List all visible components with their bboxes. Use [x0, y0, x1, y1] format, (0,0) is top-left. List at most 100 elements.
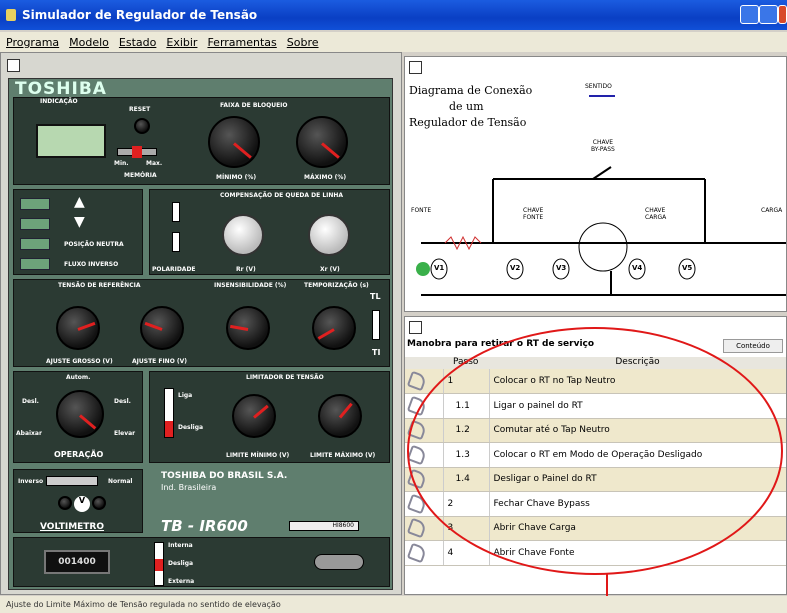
- min-bloqueio-knob[interactable]: [208, 116, 260, 168]
- step-number: 1: [443, 369, 490, 394]
- wrench-icon[interactable]: [406, 542, 428, 564]
- reset-button[interactable]: [134, 118, 150, 134]
- steps-table: 1 Colocar o RT no Tap Neutro 1.1 Ligar o p…: [405, 369, 786, 566]
- tl-label: TL: [370, 292, 381, 301]
- diagram-checkbox[interactable]: [409, 61, 422, 74]
- table-row[interactable]: 2 Fechar Chave Bypass: [405, 491, 786, 517]
- indication-display: [36, 124, 106, 158]
- neutral-indicator: [20, 238, 50, 250]
- maximo-label: MÁXIMO (%): [304, 174, 347, 181]
- min-label: Min.: [114, 160, 129, 167]
- table-row[interactable]: 4 Abrir Chave Fonte: [405, 540, 786, 566]
- max-label: Max.: [146, 160, 163, 167]
- comp-switch-2[interactable]: [172, 232, 180, 252]
- desliga-label: Desliga: [178, 424, 204, 431]
- menu-programa[interactable]: Programa: [6, 36, 59, 49]
- step-number: 2: [443, 491, 490, 517]
- source-switch[interactable]: [154, 542, 164, 586]
- app-icon: [6, 9, 16, 21]
- company-subtitle: Ind. Brasileira: [161, 483, 217, 492]
- compensation-block: COMPENSAÇÃO DE QUEDA DE LINHA POLARIDADE…: [149, 189, 390, 275]
- polaridade-label: POLARIDADE: [152, 266, 196, 273]
- volt-terminal-left: [58, 496, 72, 510]
- minimize-button[interactable]: [740, 5, 759, 24]
- limit-min-knob[interactable]: [232, 394, 276, 438]
- bypass-label: CHAVE BY-PASS: [591, 139, 615, 153]
- fine-adjust-knob[interactable]: [140, 306, 184, 350]
- table-row[interactable]: 1.1 Ligar o painel do RT: [405, 393, 786, 419]
- content-button[interactable]: Conteúdo: [723, 339, 783, 353]
- procedure-checkbox[interactable]: [409, 321, 422, 334]
- diagram-title-line2: de um: [449, 100, 484, 113]
- wrench-icon[interactable]: [406, 517, 428, 539]
- voltmeter-selector[interactable]: [46, 476, 98, 486]
- wrench-icon[interactable]: [406, 419, 428, 441]
- coarse-adjust-knob[interactable]: [56, 306, 100, 350]
- close-button[interactable]: [778, 5, 787, 24]
- table-row[interactable]: 3 Abrir Chave Carga: [405, 516, 786, 541]
- menu-bar: Programa Modelo Estado Exibir Ferramenta…: [0, 32, 787, 52]
- wrench-icon[interactable]: [406, 468, 428, 490]
- pane-checkbox[interactable]: [7, 59, 20, 72]
- limmin-label: LIMITE MÍNIMO (V): [226, 452, 290, 459]
- bypass-label-line1: CHAVE: [592, 139, 614, 146]
- table-row[interactable]: 1 Colocar o RT no Tap Neutro: [405, 369, 786, 394]
- desl-left-label: Desl.: [22, 398, 39, 405]
- insensitivity-knob[interactable]: [226, 306, 270, 350]
- voltmeter-icon: V: [74, 496, 90, 512]
- volt-terminal-right: [92, 496, 106, 510]
- r-comp-knob[interactable]: [222, 214, 264, 256]
- maximize-button[interactable]: [759, 5, 778, 24]
- desliga-sw-label: Desliga: [168, 560, 194, 567]
- menu-exibir[interactable]: Exibir: [166, 36, 197, 49]
- v2-label: V2: [510, 264, 521, 272]
- timer-knob[interactable]: [312, 306, 356, 350]
- max-bloqueio-knob[interactable]: [296, 116, 348, 168]
- table-header: Passo Descrição: [405, 357, 786, 369]
- abaixar-label: Abaixar: [16, 430, 42, 437]
- limit-max-knob[interactable]: [318, 394, 362, 438]
- wrench-icon[interactable]: [406, 493, 428, 515]
- menu-modelo[interactable]: Modelo: [69, 36, 109, 49]
- table-row[interactable]: 1.2 Comutar até o Tap Neutro: [405, 418, 786, 443]
- tensao-label: TENSÃO DE REFERÊNCIA: [58, 282, 141, 289]
- procedure-title: Manobra para retirar o RT de serviço: [407, 339, 595, 349]
- reverse-indicator: [20, 258, 50, 270]
- minimo-label: MÍNIMO (%): [216, 174, 257, 181]
- operation-block: Autom. Desl. Desl. Abaixar Elevar OPERAÇ…: [13, 371, 143, 463]
- menu-sobre[interactable]: Sobre: [287, 36, 319, 49]
- memory-slider[interactable]: [117, 146, 157, 158]
- arrow-down-icon[interactable]: ▼: [74, 214, 85, 230]
- step-number: 3: [443, 516, 490, 541]
- limiter-block: LIMITADOR DE TENSÃO Liga Desliga LIMITE …: [149, 371, 390, 463]
- window-title: Simulador de Regulador de Tensão: [22, 8, 258, 22]
- wrench-icon[interactable]: [406, 395, 428, 417]
- table-row[interactable]: 1.3 Colocar o RT em Modo de Operação Desl…: [405, 442, 786, 468]
- step-number: 1.4: [443, 467, 490, 492]
- limiter-switch[interactable]: [164, 388, 174, 438]
- indicacao-label: INDICAÇÃO: [40, 98, 78, 105]
- table-row[interactable]: 1.4 Desligar o Painel do RT: [405, 467, 786, 492]
- step-description: Fechar Chave Bypass: [489, 491, 786, 517]
- diagram-title-line3: Regulador de Tensão: [409, 116, 527, 129]
- wrench-icon[interactable]: [406, 370, 428, 392]
- limitador-label: LIMITADOR DE TENSÃO: [246, 374, 324, 381]
- col-passo: Passo: [453, 357, 479, 367]
- wrench-icon[interactable]: [406, 444, 428, 466]
- externa-label: Externa: [168, 578, 195, 585]
- tl-ti-switch[interactable]: [372, 310, 380, 340]
- diagram-title: Diagrama de Conexão de um Regulador de T…: [409, 83, 532, 131]
- comp-switch-1[interactable]: [172, 202, 180, 222]
- operation-knob[interactable]: [56, 390, 104, 438]
- menu-ferramentas[interactable]: Ferramentas: [207, 36, 276, 49]
- step-number: 1.3: [443, 442, 490, 468]
- raise-indicator: [20, 198, 50, 210]
- faixa-label: FAIXA DE BLOQUEIO: [220, 102, 288, 109]
- menu-estado[interactable]: Estado: [119, 36, 156, 49]
- x-comp-knob[interactable]: [308, 214, 350, 256]
- arrow-up-icon[interactable]: ▲: [74, 194, 85, 210]
- step-description: Abrir Chave Fonte: [489, 540, 786, 566]
- counter-display: 001400: [44, 550, 110, 574]
- temp-label: TEMPORIZAÇÃO (s): [304, 282, 369, 289]
- procedure-pane: Manobra para retirar o RT de serviço Con…: [404, 316, 787, 595]
